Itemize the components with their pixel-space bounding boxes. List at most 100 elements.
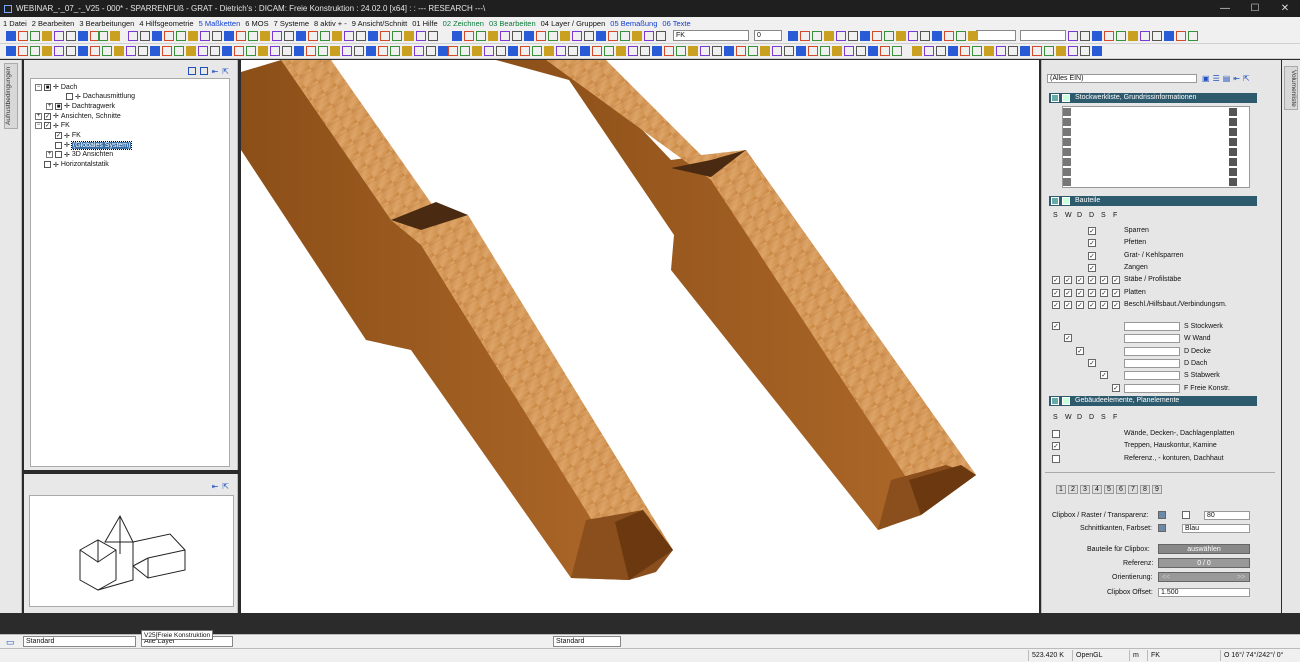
floor-checkbox[interactable]: ✓ [1076, 346, 1084, 355]
tool-icon[interactable] [644, 31, 654, 41]
tool-icon[interactable] [438, 46, 448, 56]
layer-checkbox[interactable]: ✓ [1112, 300, 1120, 309]
tool-icon[interactable] [1152, 31, 1162, 41]
tool-icon[interactable] [150, 46, 160, 56]
floor-edit-icon[interactable] [1229, 118, 1237, 126]
tool-icon[interactable] [924, 46, 934, 56]
floor-edit-icon[interactable] [1229, 108, 1237, 116]
tool-icon[interactable] [620, 31, 630, 41]
tool-icon[interactable] [78, 31, 88, 41]
element-checkbox[interactable] [1052, 430, 1060, 438]
tool-icon[interactable] [426, 46, 436, 56]
layer-checkbox[interactable]: ✓ [1076, 276, 1084, 285]
tool-icon[interactable] [736, 46, 746, 56]
tool-icon[interactable] [198, 46, 208, 56]
floor-edit-icon[interactable] [1229, 168, 1237, 176]
floor-edit-icon[interactable] [1229, 138, 1237, 146]
tool-icon[interactable] [972, 46, 982, 56]
tool-icon[interactable] [212, 31, 222, 41]
tool-icon[interactable] [90, 46, 100, 56]
floor-edit-icon[interactable] [1229, 148, 1237, 156]
tool-icon[interactable] [688, 46, 698, 56]
view-tab[interactable]: 2 [1068, 485, 1078, 494]
tree-item[interactable]: + ✛ 3D Ansichten [46, 150, 113, 160]
layer-checkbox[interactable]: ✓ [1064, 276, 1072, 285]
tool-icon[interactable] [1104, 31, 1114, 41]
tool-icon[interactable] [306, 46, 316, 56]
tool-icon[interactable] [608, 31, 618, 41]
floor-toggle[interactable] [1063, 178, 1071, 186]
menu-item[interactable]: 5 Maßketten [199, 19, 241, 28]
tool-icon[interactable] [524, 31, 534, 41]
tool-icon[interactable] [460, 46, 470, 56]
expand-icon[interactable]: − [35, 83, 42, 91]
menu-item[interactable]: 04 Layer / Gruppen [541, 19, 606, 28]
layer-icon[interactable]: ▭ [6, 637, 15, 648]
tree-item[interactable]: ✓ ✛ FK [46, 131, 81, 141]
tool-icon[interactable] [236, 31, 246, 41]
tool-icon[interactable] [848, 31, 858, 41]
floor-toggle[interactable] [1063, 128, 1071, 136]
tool-icon[interactable] [512, 31, 522, 41]
tool-icon[interactable] [260, 31, 270, 41]
section-checkbox[interactable] [1062, 197, 1070, 205]
number-field[interactable]: 0 [754, 30, 782, 41]
section-header[interactable]: Gebäudeelemente, Planelemente [1049, 396, 1257, 406]
tool-icon[interactable] [560, 31, 570, 41]
element-checkbox[interactable]: ✓ [1052, 442, 1060, 451]
uncheck-all-icon[interactable] [199, 67, 208, 75]
panel-float-icon[interactable]: ⇱ [1243, 74, 1250, 83]
transparency-field[interactable]: 80 [1204, 511, 1250, 520]
floor-list[interactable] [1062, 106, 1250, 188]
tool-icon[interactable] [126, 46, 136, 56]
view-tab[interactable]: 8 [1140, 485, 1150, 494]
tool-icon[interactable] [390, 46, 400, 56]
layer-checkbox[interactable]: ✓ [1064, 288, 1072, 297]
cut-edges-checkbox[interactable] [1158, 524, 1166, 532]
tree-item[interactable]: ✛ Dachausmittlung [57, 92, 135, 102]
reference-control[interactable]: 0 / 0 [1158, 558, 1250, 568]
tool-icon[interactable] [548, 31, 558, 41]
tool-icon[interactable] [6, 31, 16, 41]
tool-icon[interactable] [808, 46, 818, 56]
view-tab[interactable]: 6 [1116, 485, 1126, 494]
float-icon[interactable]: ⇱ [222, 67, 229, 76]
tool-icon[interactable] [428, 31, 438, 41]
tool-icon[interactable] [342, 46, 352, 56]
tool-icon[interactable] [30, 46, 40, 56]
tool-icon[interactable] [1092, 31, 1102, 41]
tool-icon[interactable] [380, 31, 390, 41]
tool-icon[interactable] [248, 31, 258, 41]
tool-icon[interactable] [556, 46, 566, 56]
tree-checkbox[interactable]: ✓ [44, 122, 51, 130]
floor-value-field[interactable] [1124, 383, 1180, 393]
tool-icon[interactable] [78, 46, 88, 56]
tool-icon[interactable] [368, 31, 378, 41]
tool-icon[interactable] [628, 46, 638, 56]
tool-icon[interactable] [604, 46, 614, 56]
tool-icon[interactable] [1116, 31, 1126, 41]
tool-icon[interactable] [1140, 31, 1150, 41]
tool-icon[interactable] [584, 31, 594, 41]
tool-icon[interactable] [920, 31, 930, 41]
tool-icon[interactable] [652, 46, 662, 56]
tool-icon[interactable] [760, 46, 770, 56]
tool-icon[interactable] [164, 31, 174, 41]
tool-icon[interactable] [366, 46, 376, 56]
collapse-icon[interactable] [1051, 197, 1059, 205]
empty-field-a[interactable] [976, 30, 1016, 41]
tool-icon[interactable] [1080, 46, 1090, 56]
tool-icon[interactable] [960, 46, 970, 56]
layer-checkbox[interactable]: ✓ [1088, 251, 1096, 260]
tool-icon[interactable] [270, 46, 280, 56]
tool-icon[interactable] [66, 31, 76, 41]
tool-icon[interactable] [354, 46, 364, 56]
menu-item[interactable]: 05 Bemaßung [610, 19, 657, 28]
tool-icon[interactable] [224, 31, 234, 41]
tool-icon[interactable] [800, 31, 810, 41]
tool-icon[interactable] [860, 31, 870, 41]
tool-icon[interactable] [42, 46, 52, 56]
tool-icon[interactable] [6, 46, 16, 56]
layer-checkbox[interactable]: ✓ [1088, 227, 1096, 235]
tool-icon[interactable] [102, 46, 112, 56]
